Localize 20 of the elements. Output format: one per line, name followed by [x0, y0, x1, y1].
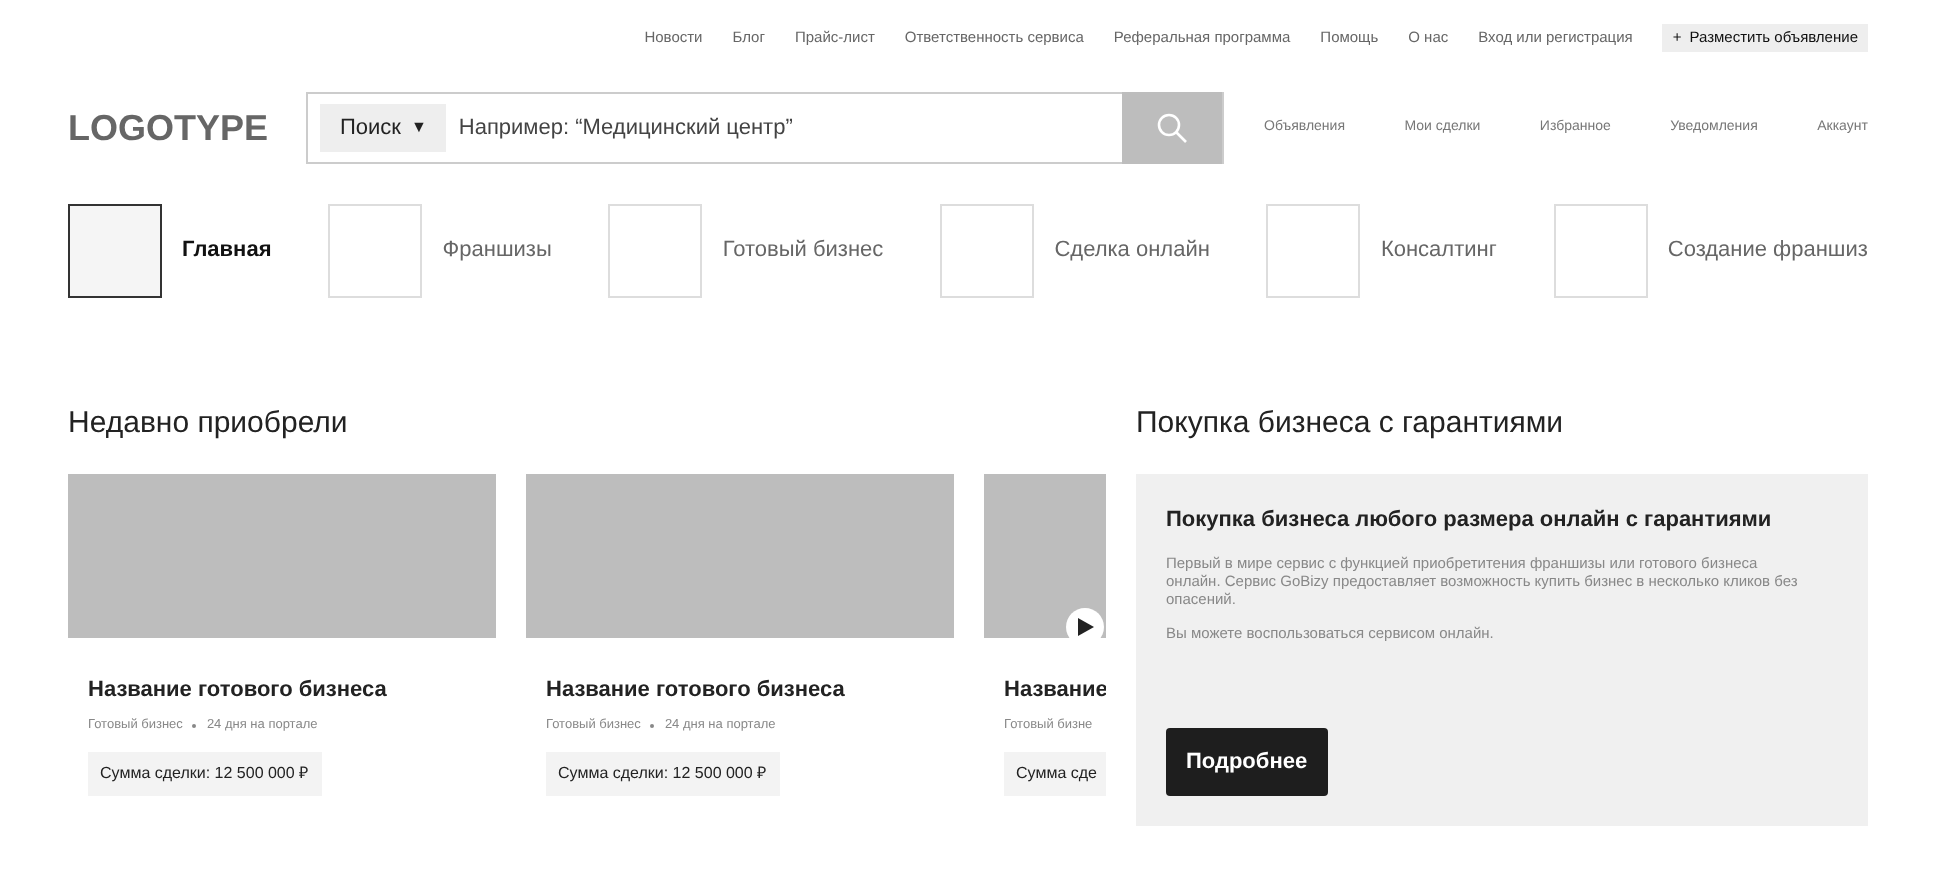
business-name[interactable]: Название готового бизнеса [88, 674, 387, 707]
card-title: Покупка бизнеса любого размера онлайн с гарантиями [1166, 506, 1774, 536]
business-name[interactable]: Название готового бизнеса [546, 674, 845, 707]
category-tab[interactable]: Сделка онлайн [940, 204, 1210, 298]
category-tab[interactable]: Готовый бизнес [608, 204, 884, 298]
price-badge: Сумма сделки: 12 500 000 ₽ [546, 751, 780, 796]
section-title: Покупка бизнеса с гарантиями [1136, 404, 1566, 444]
category-tab[interactable]: Создание франшиз [1553, 204, 1868, 298]
price-badge: Сумма сделки: 12 500 000 ₽ [88, 751, 322, 796]
section-title: Недавно приобрели [68, 404, 350, 444]
category-tab[interactable]: Главная [68, 204, 272, 298]
category-tab[interactable]: Консалтинг [1266, 204, 1497, 298]
search-field[interactable]: Например: “Медицинский центр” [458, 111, 1122, 145]
search-icon [1156, 112, 1188, 144]
search-bar[interactable]: Поиск ▼ Например: “Медицинский центр” [306, 92, 1224, 164]
category-dropdown[interactable]: Поиск ▼ [320, 104, 447, 152]
details-button[interactable]: Подробнее [1166, 728, 1328, 796]
category-tab[interactable]: Франшизы [328, 204, 552, 298]
logo[interactable]: LOGOTYPE [68, 101, 306, 155]
price-badge: Сумма сде [1004, 751, 1106, 796]
